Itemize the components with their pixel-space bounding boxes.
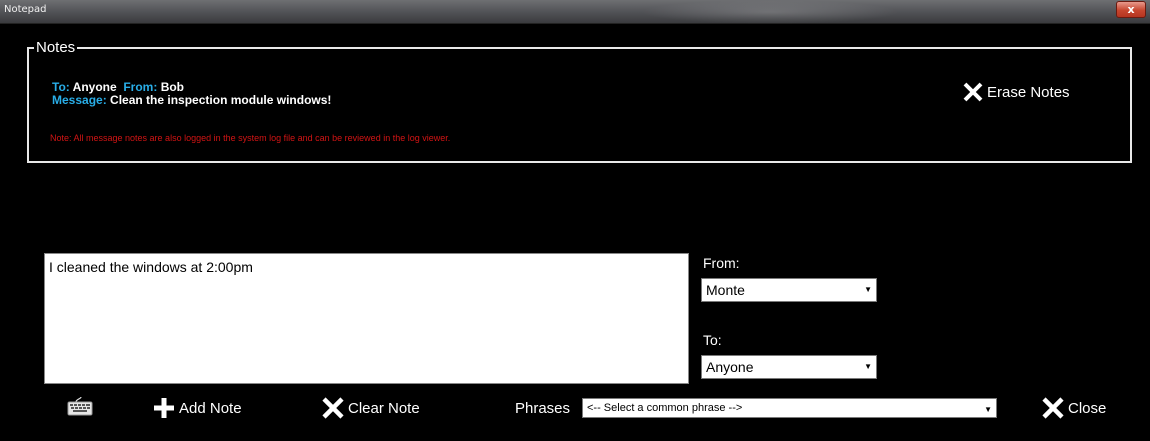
note-recipients: To: Anyone From: Bob — [52, 80, 184, 94]
x-icon — [322, 397, 344, 419]
note-message-label: Message: — [52, 93, 107, 107]
note-from-value: Bob — [160, 80, 185, 94]
close-label: Close — [1068, 399, 1107, 417]
notes-legend: Notes — [34, 39, 78, 56]
from-select[interactable]: Monte ▼ — [701, 278, 877, 302]
erase-notes-label: Erase Notes — [987, 83, 1070, 101]
close-button[interactable]: Close — [1041, 396, 1106, 420]
title-bar: Notepad x — [0, 0, 1150, 24]
note-to-value: Anyone — [72, 80, 117, 94]
from-label: From: — [703, 255, 740, 271]
window-title: Notepad — [4, 4, 47, 15]
dropdown-arrow-icon: ▼ — [864, 362, 872, 371]
log-disclaimer: Note: All message notes are also logged … — [50, 133, 451, 143]
x-icon — [963, 82, 983, 102]
window-close-button[interactable]: x — [1116, 1, 1146, 18]
to-label: To: — [703, 332, 722, 348]
phrase-select-value: <-- Select a common phrase --> — [587, 402, 743, 414]
title-bar-glare — [640, 0, 900, 24]
clear-note-button[interactable]: Clear Note — [321, 396, 420, 420]
dropdown-arrow-icon: ▼ — [864, 285, 872, 294]
note-textarea[interactable]: I cleaned the windows at 2:00pm — [44, 253, 689, 384]
clear-note-label: Clear Note — [348, 399, 420, 417]
plus-icon — [154, 398, 174, 418]
keyboard-icon[interactable] — [67, 396, 93, 421]
note-to-label: To: — [52, 80, 70, 94]
phrases-label: Phrases — [515, 400, 571, 417]
phrase-select[interactable]: <-- Select a common phrase --> ▼ — [582, 398, 997, 418]
dropdown-arrow-icon: ▼ — [984, 405, 992, 414]
erase-notes-button[interactable]: Erase Notes — [962, 81, 1070, 103]
note-from-label: From: — [123, 80, 158, 94]
note-message-value: Clean the inspection module windows! — [110, 93, 332, 107]
add-note-label: Add Note — [179, 399, 242, 417]
x-icon — [1042, 397, 1064, 419]
from-select-value: Monte — [706, 282, 745, 298]
note-message: Message: Clean the inspection module win… — [52, 93, 331, 107]
to-select[interactable]: Anyone ▼ — [701, 355, 877, 379]
add-note-button[interactable]: Add Note — [152, 396, 242, 420]
to-select-value: Anyone — [706, 359, 754, 375]
